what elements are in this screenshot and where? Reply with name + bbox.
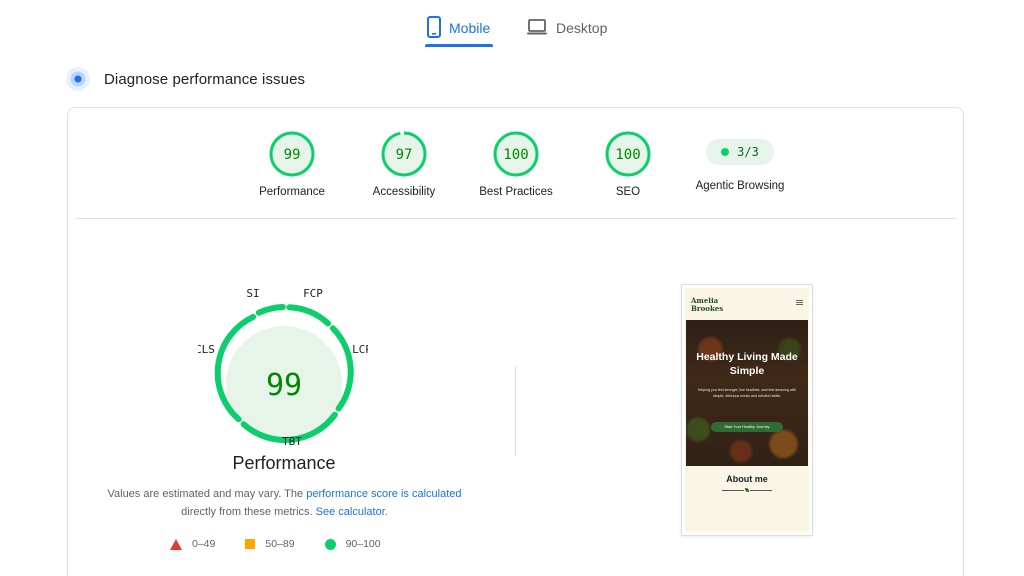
metric-label-lcp: LCP xyxy=(352,343,368,356)
estimate-note: Values are estimated and may vary. The p… xyxy=(88,485,481,521)
agentic-pill: 3/3 xyxy=(706,139,774,165)
final-screenshot[interactable]: Amelia Brookes Healthy Living Made Simpl… xyxy=(681,284,813,536)
big-gauge-score: 99 xyxy=(266,368,302,403)
metric-arc-si xyxy=(255,304,286,316)
big-gauge-label: Performance xyxy=(232,453,336,473)
active-tab-indicator xyxy=(425,44,493,47)
metric-label-cls: CLS xyxy=(198,343,215,356)
gauge-agentic-label: Agentic Browsing xyxy=(695,180,785,192)
report-card: 99 Performance 97 Accessibility 100 Best… xyxy=(67,107,964,576)
gauge-accessibility[interactable]: 97 Accessibility xyxy=(344,131,464,198)
agentic-score: 3/3 xyxy=(737,145,759,159)
gauge-performance-ring: 99 xyxy=(269,131,315,177)
note-text-1: Values are estimated and may vary. The xyxy=(107,488,307,500)
pass-circle-icon xyxy=(324,538,336,550)
vertical-divider xyxy=(515,366,516,456)
pass-dot-icon xyxy=(721,148,730,156)
card-divider xyxy=(76,218,956,219)
gauge-performance-score: 99 xyxy=(284,147,301,163)
gauge-best-practices[interactable]: 100 Best Practices xyxy=(456,131,576,198)
leaf-icon xyxy=(744,487,750,493)
note-text-2: directly from these metrics. xyxy=(181,506,316,518)
gauge-seo[interactable]: 100 SEO xyxy=(568,131,688,198)
gauge-best-practices-score: 100 xyxy=(503,147,528,163)
legend-average: 50–89 xyxy=(245,538,295,550)
screenshot-hero-text: Helping you feel stronger, live healthie… xyxy=(697,388,797,398)
fail-triangle-icon xyxy=(170,538,182,550)
smartphone-icon xyxy=(427,15,441,41)
gauge-performance[interactable]: 99 Performance xyxy=(232,131,352,198)
see-calculator-link[interactable]: See calculator. xyxy=(316,506,388,518)
gauge-best-practices-ring: 100 xyxy=(493,131,539,177)
average-square-icon xyxy=(245,539,256,549)
legend-average-range: 50–89 xyxy=(265,538,295,550)
gauge-best-practices-label: Best Practices xyxy=(479,186,553,198)
screenshot-hero-button: Start Your Healthy Journey xyxy=(711,422,783,432)
screenshot-brand: Amelia Brookes xyxy=(691,296,724,313)
gauge-seo-label: SEO xyxy=(615,186,641,198)
legend-fail-range: 0–49 xyxy=(192,538,216,550)
gauge-accessibility-score: 97 xyxy=(396,147,413,163)
screenshot-hero: Healthy Living Made Simple Helping you f… xyxy=(686,320,808,466)
tab-mobile-label: Mobile xyxy=(449,20,491,36)
gauge-seo-ring: 100 xyxy=(605,131,651,177)
gauge-accessibility-ring: 97 xyxy=(381,131,427,177)
performance-big-gauge: 99 SI FCP LCP TBT CLS xyxy=(195,283,372,463)
gauge-seo-score: 100 xyxy=(615,147,640,163)
screenshot-page: Amelia Brookes Healthy Living Made Simpl… xyxy=(685,288,809,532)
gauge-accessibility-label: Accessibility xyxy=(372,186,436,198)
score-legend: 0–49 50–89 90–100 xyxy=(170,538,411,550)
section-title: Diagnose performance issues xyxy=(104,70,306,88)
legend-pass-range: 90–100 xyxy=(345,538,381,550)
metric-arc-fcp xyxy=(286,304,331,327)
performance-score-link[interactable]: performance score is calculated xyxy=(306,488,461,500)
tab-mobile[interactable]: Mobile xyxy=(427,10,490,46)
tab-desktop-label: Desktop xyxy=(556,20,608,36)
gauge-agentic-browsing[interactable]: 3/3 Agentic Browsing xyxy=(680,131,800,192)
gauge-performance-label: Performance xyxy=(259,186,325,198)
screenshot-hero-title: Healthy Living Made Simple xyxy=(696,351,798,377)
device-tabs: Mobile Desktop xyxy=(0,0,1024,48)
section-heading: Diagnose performance issues xyxy=(66,67,305,91)
hamburger-menu-icon xyxy=(796,300,803,305)
screenshot-about-title: About me xyxy=(726,474,768,484)
legend-pass: 90–100 xyxy=(324,538,381,550)
metric-label-fcp: FCP xyxy=(303,287,323,300)
diagnose-icon xyxy=(66,67,90,91)
laptop-icon xyxy=(526,18,548,39)
metric-label-si: SI xyxy=(246,287,259,300)
tab-desktop[interactable]: Desktop xyxy=(526,10,607,46)
legend-fail: 0–49 xyxy=(170,538,215,550)
metric-label-tbt: TBT xyxy=(282,435,302,448)
screenshot-header: Amelia Brookes xyxy=(685,288,809,320)
